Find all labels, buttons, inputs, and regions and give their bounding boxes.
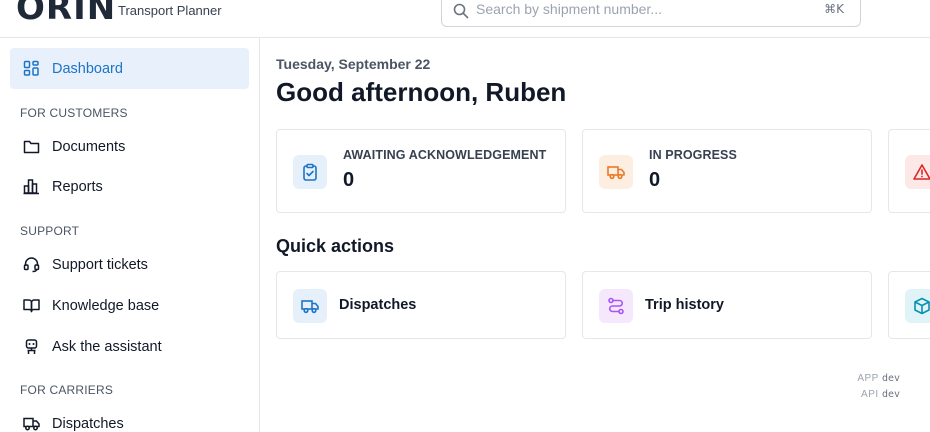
app-subtitle: Transport Planner [118,3,222,18]
quick-action-dispatches[interactable]: Dispatches [276,271,566,339]
truck-icon [23,417,40,431]
quick-actions-heading: Quick actions [276,236,395,256]
section-for-customers: FOR CUSTOMERS [20,106,128,120]
quick-action-label: Dispatches [339,297,417,313]
dashboard-icon [23,60,39,76]
sidebar-item-documents[interactable]: Documents [10,126,249,167]
headset-icon [23,257,40,273]
sidebar-item-label: Dispatches [52,415,124,432]
quick-action-packages[interactable] [888,271,930,339]
top-bar: ORIN Transport Planner ⌘K [0,0,930,38]
current-date: Tuesday, September 22 [276,56,431,72]
section-support: SUPPORT [20,224,80,238]
quick-action-trip-history[interactable]: Trip history [582,271,872,339]
sidebar-item-label: Support tickets [52,256,148,273]
sidebar-item-label: Dashboard [52,60,123,77]
brand-logo[interactable]: ORIN [16,0,116,28]
sidebar-item-knowledge-base[interactable]: Knowledge base [10,285,249,326]
sidebar-item-reports[interactable]: Reports [10,166,249,207]
search-icon [453,3,469,19]
truck-icon [599,155,633,189]
truck-icon [293,289,327,323]
clipboard-check-icon [293,155,327,189]
quick-action-label: Trip history [645,297,724,313]
folder-icon [23,140,40,154]
robot-icon [25,339,38,354]
api-env-label: API [861,389,879,400]
sidebar-item-support-tickets[interactable]: Support tickets [10,244,249,285]
status-card-value: 0 [343,169,355,191]
sidebar-item-label: Reports [52,178,103,195]
sidebar: Dashboard FOR CUSTOMERS Documents Report… [0,38,260,432]
book-open-icon [23,299,40,313]
search-input[interactable] [476,1,816,17]
app-env-value: dev [881,373,900,384]
app-env-label: APP [857,373,879,384]
status-card-value: 0 [649,169,661,191]
route-icon [599,289,633,323]
bar-chart-icon [23,179,39,195]
page-title: Good afternoon, Ruben [276,77,567,107]
status-card-warning[interactable] [888,129,930,213]
status-card-in-progress[interactable]: IN PROGRESS 0 [582,129,872,213]
sidebar-item-label: Ask the assistant [52,338,162,355]
api-env-indicator: API dev [861,389,900,400]
sidebar-item-label: Knowledge base [52,297,160,314]
sidebar-item-dashboard[interactable]: Dashboard [10,48,249,89]
status-card-title: IN PROGRESS [649,148,737,162]
search-shortcut: ⌘K [824,2,844,16]
sidebar-item-label: Documents [52,138,126,155]
status-card-title: AWAITING ACKNOWLEDGEMENT [343,148,547,162]
status-card-awaiting-acknowledgement[interactable]: AWAITING ACKNOWLEDGEMENT 0 [276,129,566,213]
app-env-indicator: APP dev [857,373,900,384]
sidebar-item-dispatches[interactable]: Dispatches [10,403,249,432]
api-env-value: dev [881,389,900,400]
section-for-carriers: FOR CARRIERS [20,383,114,397]
search-box[interactable]: ⌘K [441,0,861,27]
main-content: Tuesday, September 22 Good afternoon, Ru… [261,38,930,432]
warning-icon [905,155,930,189]
sidebar-item-ask-assistant[interactable]: Ask the assistant [10,326,249,367]
package-icon [905,289,930,323]
